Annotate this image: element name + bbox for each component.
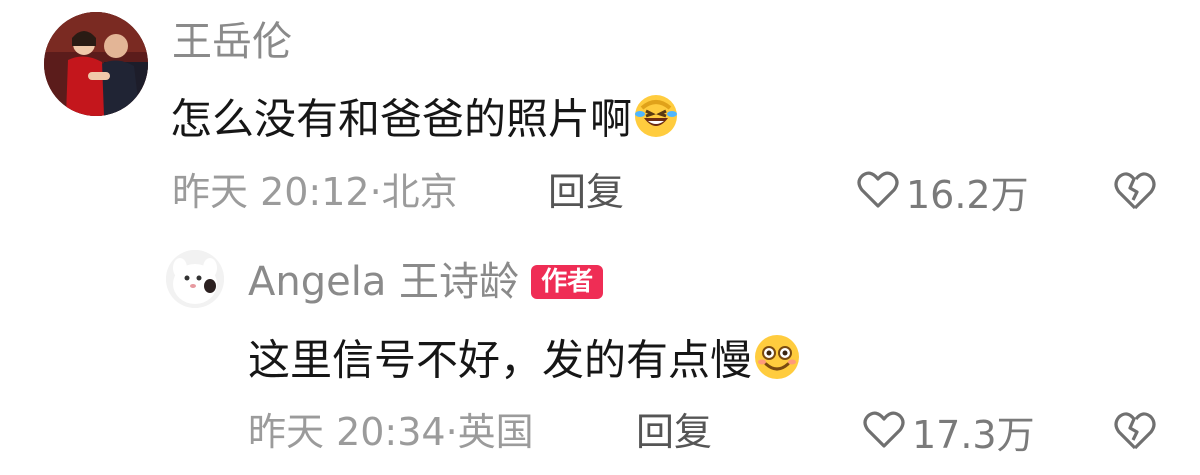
comment-like-count: 16.2万 [906, 172, 1029, 217]
reply-text-body: 这里信号不好，发的有点慢 [248, 335, 753, 385]
avatar[interactable] [44, 12, 148, 116]
broken-heart-icon [1112, 412, 1158, 456]
reply-header: Angela 王诗龄 作者 [248, 258, 604, 306]
reply-reply-button[interactable]: 回复 [636, 410, 712, 454]
reply-avatar[interactable] [166, 250, 224, 308]
rolling-laughing-emoji-icon [632, 92, 680, 152]
smiling-emoji-icon [752, 332, 802, 394]
reply-text: 这里信号不好，发的有点慢 [248, 332, 802, 394]
comment-text: 怎么没有和爸爸的照片啊 [170, 92, 680, 152]
reply-meta: 昨天 20:34·英国 [248, 410, 534, 454]
reply-dislike-button[interactable] [1112, 410, 1158, 456]
broken-heart-icon [1112, 172, 1158, 216]
comment-like-button[interactable]: 16.2万 [856, 170, 1029, 219]
comment-username[interactable]: 王岳伦 [172, 18, 292, 66]
comment-text-body: 怎么没有和爸爸的照片啊 [170, 94, 633, 144]
reply-like-count: 17.3万 [912, 412, 1035, 457]
reply-avatar-photo [166, 250, 224, 308]
avatar-photo [44, 12, 148, 116]
reply-username[interactable]: Angela 王诗龄 [248, 258, 519, 306]
comment-dislike-button[interactable] [1112, 170, 1158, 216]
comment-meta: 昨天 20:12·北京 [172, 170, 458, 214]
author-badge: 作者 [531, 265, 604, 299]
comment-reply-button[interactable]: 回复 [548, 170, 624, 214]
reply-like-button[interactable]: 17.3万 [862, 410, 1035, 459]
heart-outline-icon [856, 170, 900, 219]
heart-outline-icon [862, 410, 906, 459]
